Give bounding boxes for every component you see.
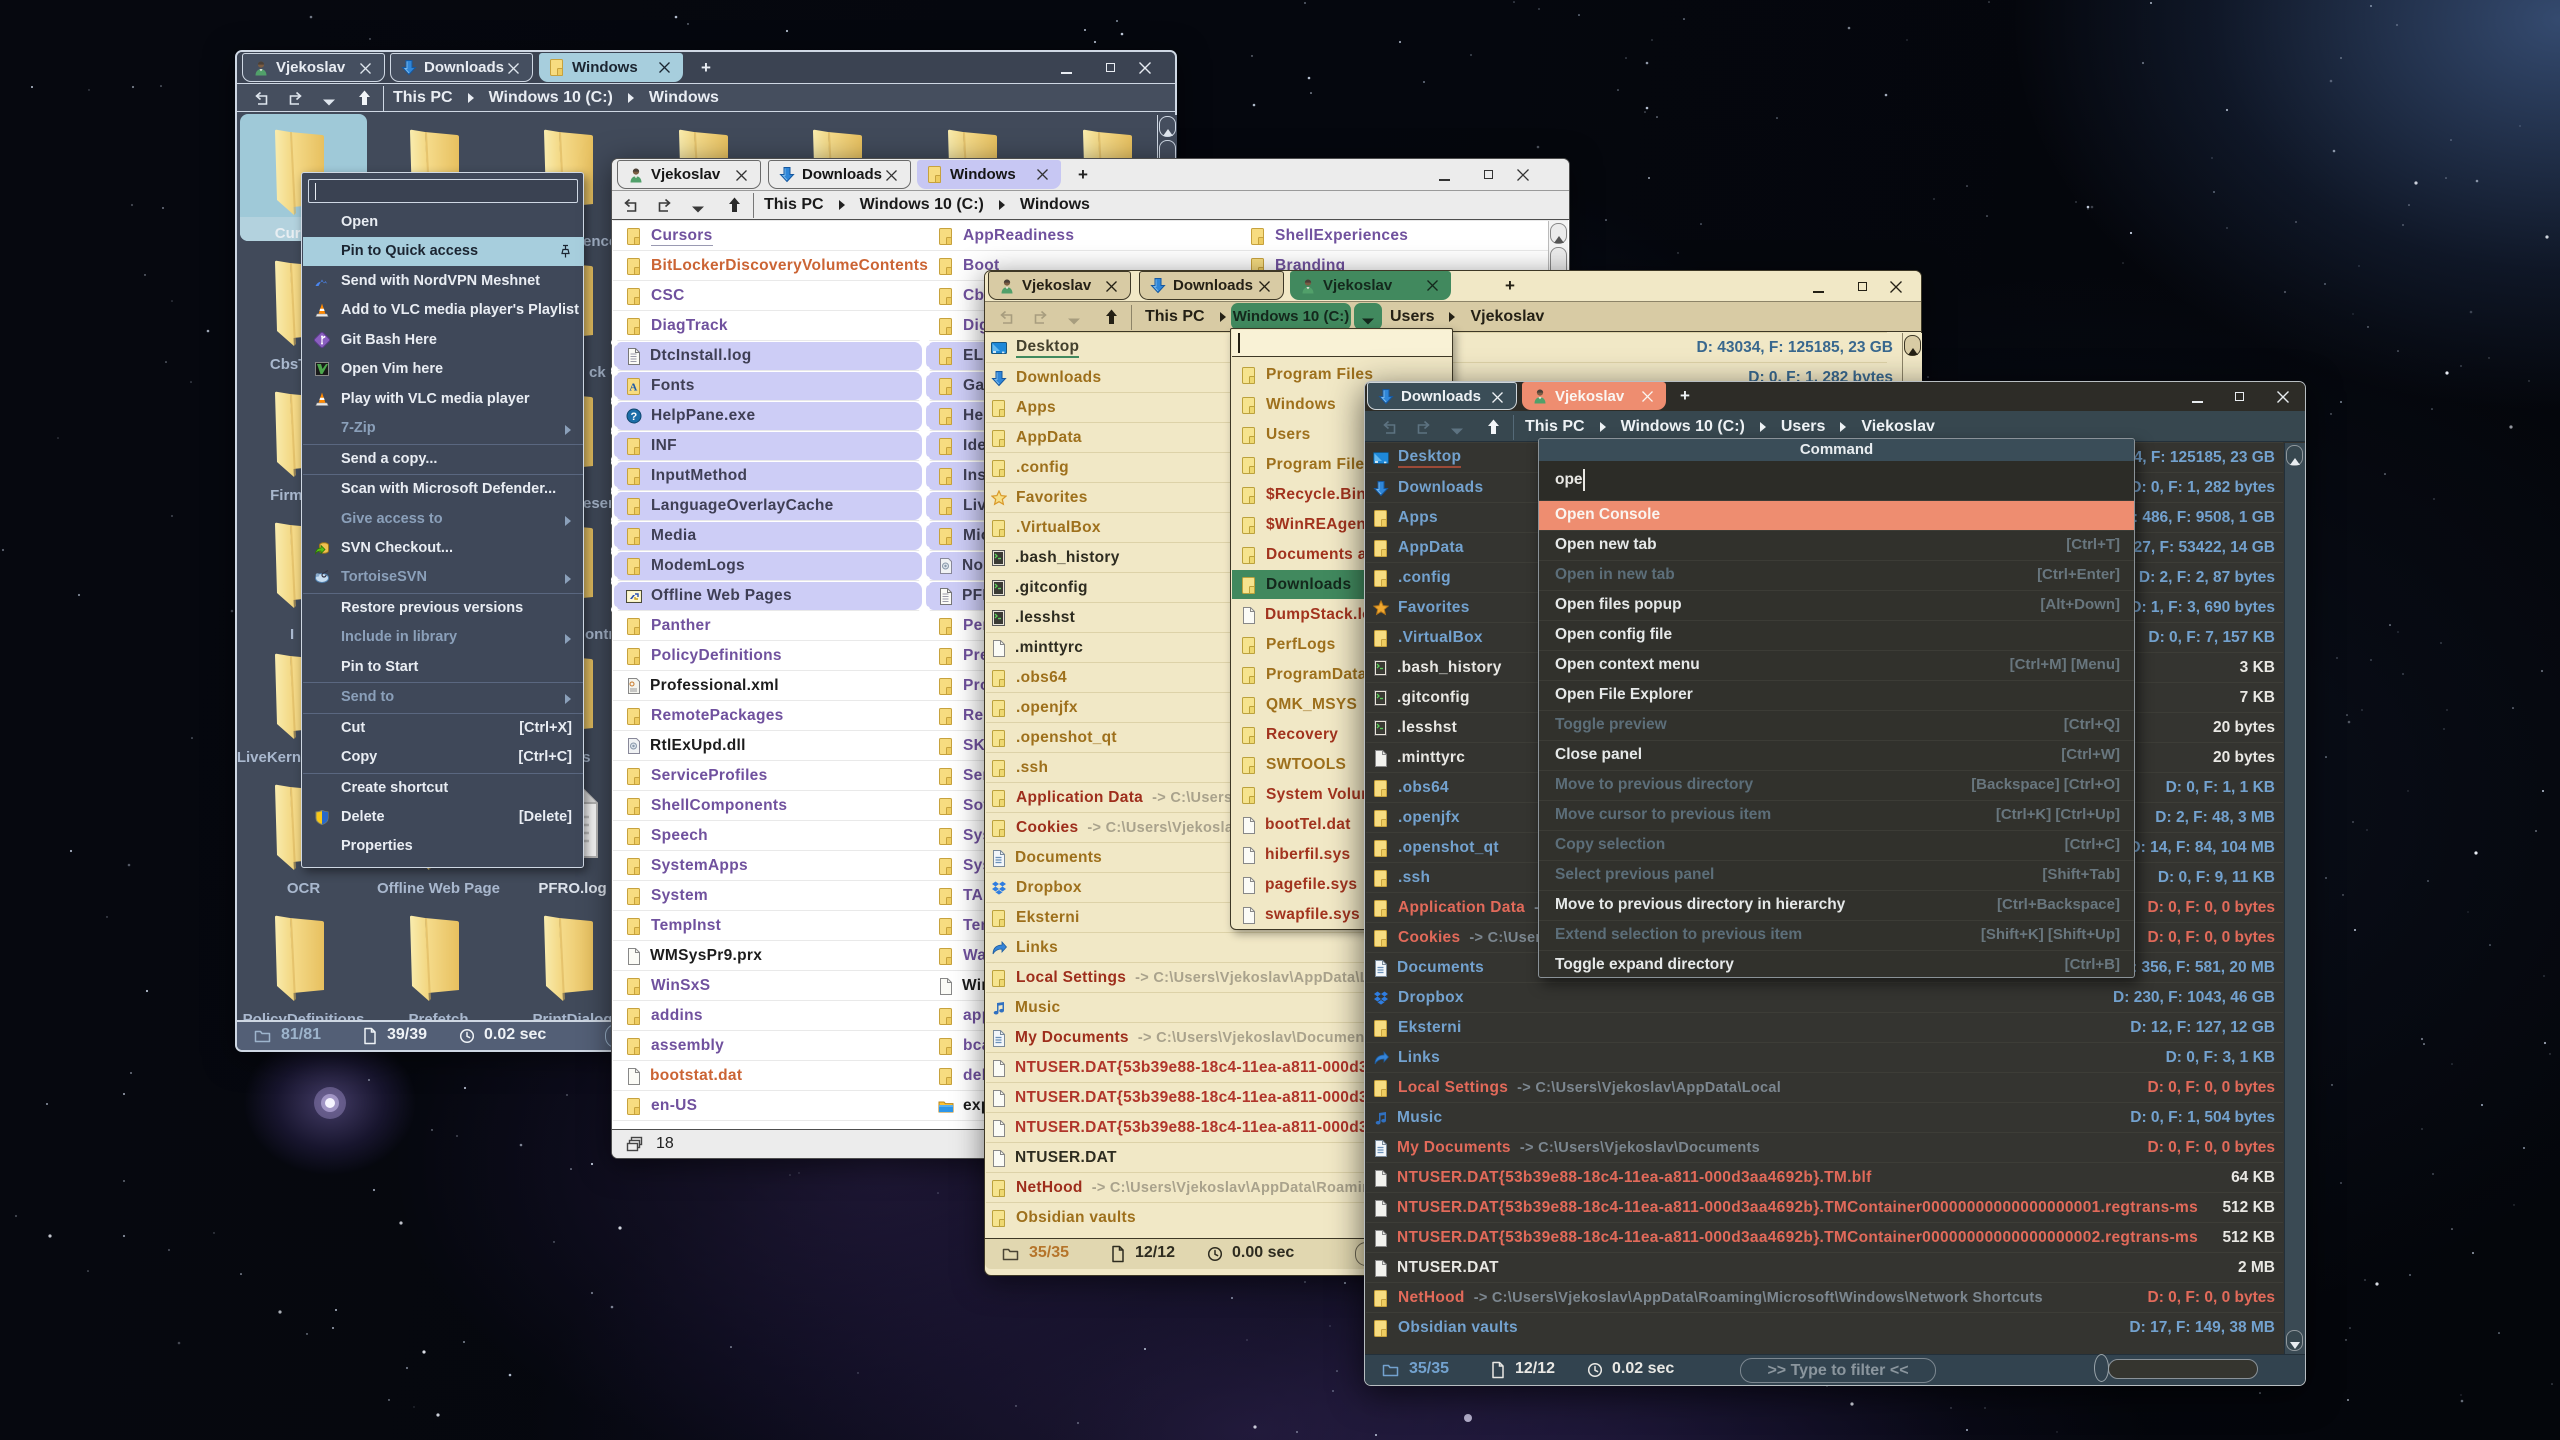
svg-text:A: A (629, 381, 637, 393)
svg-text:?: ? (630, 411, 637, 423)
